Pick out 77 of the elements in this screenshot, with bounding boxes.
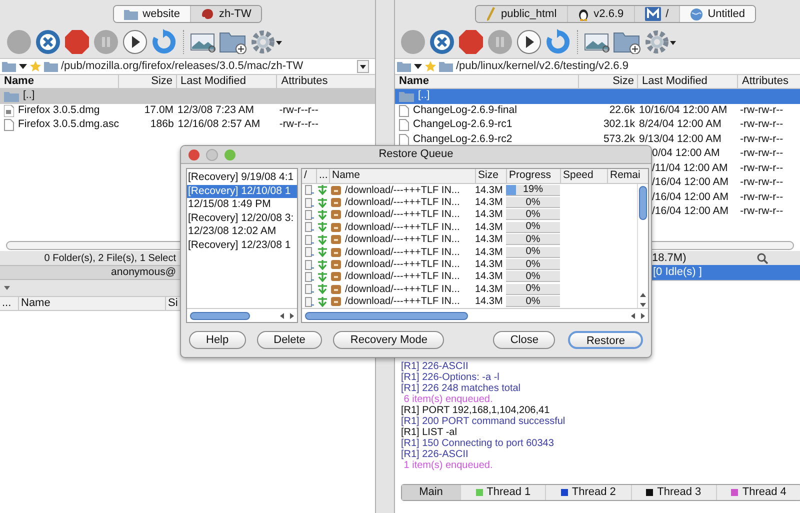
file-attributes: -rw-rw-r--	[740, 132, 784, 147]
file-size: 302.1k	[603, 117, 635, 132]
progress-text: 0%	[524, 284, 542, 294]
file-attributes: -rw-r--r--	[279, 102, 318, 118]
file-name: ChangeLog-2.6.9-rc1	[413, 117, 512, 132]
progress-text: 0%	[524, 246, 542, 257]
file-attributes: -rw-rw-r--	[740, 160, 784, 176]
file-date: /16/04 12:00 AM	[652, 175, 728, 190]
queue-file-size: 14.3M	[475, 233, 503, 248]
file-size: 186b	[150, 117, 174, 132]
progress-text: 0%	[524, 209, 542, 220]
file-attributes: -rw-r--r--	[279, 117, 318, 132]
file-date: /16/04 12:00 AM	[652, 190, 728, 205]
queue-file-name: /download/---+++TLF IN...	[345, 184, 460, 198]
queue-file-size: 14.3M	[475, 270, 503, 284]
file-date: 12/16/08 2:57 AM	[178, 117, 260, 132]
queue-file-name: /download/---+++TLF IN...	[345, 220, 460, 234]
queue-file-name: /download/---+++TLF IN...	[345, 282, 460, 296]
file-date: 10/16/04 12:00 AM	[639, 102, 728, 118]
file-date: /16/04 12:00 AM	[652, 204, 728, 220]
file-size: 17.0M	[144, 102, 174, 118]
log-line: [R1] 226 248 matches total	[401, 383, 522, 394]
queue-file-name: /download/---+++TLF IN...	[345, 196, 460, 210]
log-line: [R1] LIST -al	[401, 427, 458, 438]
file-date: /11/04 12:00 AM	[652, 160, 728, 176]
log-line: [R1] 226-ASCII	[401, 449, 470, 460]
progress-text: 0%	[524, 234, 542, 244]
file-name: Firefox 3.0.5.dmg.asc	[18, 117, 119, 132]
file-size: 573.2k	[603, 132, 635, 147]
file-attributes: -rw-rw-r--	[740, 190, 784, 205]
queue-file-size: 14.3M	[475, 196, 503, 210]
dialog-title: Restore Queue	[378, 147, 454, 162]
file-attributes: -rw-rw-r--	[740, 204, 784, 220]
file-name: ChangeLog-2.6.9-final	[413, 102, 517, 118]
status-text: 18.7M)	[652, 250, 686, 266]
connection-text: anonymous@	[111, 264, 176, 280]
file-date: 0/04 12:00 AM	[652, 146, 720, 162]
progress-text: 0%	[524, 222, 542, 232]
queue-file-size: 14.3M	[475, 246, 503, 260]
file-attributes: -rw-rw-r--	[740, 146, 784, 162]
progress-text: 0%	[524, 197, 542, 208]
file-name: ChangeLog-2.6.9-rc2	[413, 132, 512, 147]
queue-file-name: /download/---+++TLF IN...	[345, 246, 460, 260]
log-line: [R1] 226-Options: -a -l	[401, 372, 500, 383]
log-line: [R1] PORT 192,168,1,104,206,41	[401, 405, 551, 416]
queue-file-size: 14.3M	[475, 208, 503, 222]
file-attributes: -rw-rw-r--	[740, 117, 784, 132]
file-date: 12/3/08 7:23 AM	[178, 102, 254, 118]
queue-file-name: /download/---+++TLF IN...	[345, 270, 460, 284]
file-size: 22.6k	[609, 102, 635, 118]
queue-file-size: 14.3M	[475, 258, 503, 272]
progress-text: 19%	[522, 184, 544, 195]
file-name: [..]	[23, 89, 35, 104]
queue-file-size: 14.3M	[475, 295, 503, 308]
status-text: 0 Folder(s), 2 File(s), 1 Select	[44, 252, 176, 266]
log-line: [R1] 150 Connecting to port 60343	[401, 438, 555, 449]
log-line: [R1] 200 PORT command successful	[401, 416, 566, 427]
queue-file-name: /download/---+++TLF IN...	[345, 208, 460, 222]
file-attributes: -rw-rw-r--	[740, 175, 784, 190]
file-name: Firefox 3.0.5.dmg	[18, 102, 100, 118]
progress-text: 0%	[524, 296, 542, 306]
progress-text: 0%	[524, 271, 542, 282]
queue-file-name: /download/---+++TLF IN...	[345, 295, 460, 308]
connection-text: [0 Idle(s) ]	[653, 265, 702, 280]
file-date: 8/24/04 12:00 AM	[639, 117, 722, 132]
log-line: [R1] 226-ASCII	[401, 361, 470, 372]
queue-file-size: 14.3M	[475, 220, 503, 235]
queue-file-name: /download/---+++TLF IN...	[345, 233, 460, 248]
queue-file-name: /download/---+++TLF IN...	[345, 258, 460, 272]
log-line: 1 item(s) enqueued.	[402, 460, 494, 471]
file-attributes: -rw-rw-r--	[740, 102, 784, 118]
queue-file-size: 14.3M	[475, 282, 503, 297]
queue-file-size: 14.3M	[475, 184, 503, 198]
log-line: 6 item(s) enqueued.	[402, 394, 494, 405]
file-name: [..]	[418, 89, 430, 104]
file-date: 9/13/04 12:00 AM	[639, 132, 722, 147]
progress-text: 0%	[524, 259, 542, 270]
